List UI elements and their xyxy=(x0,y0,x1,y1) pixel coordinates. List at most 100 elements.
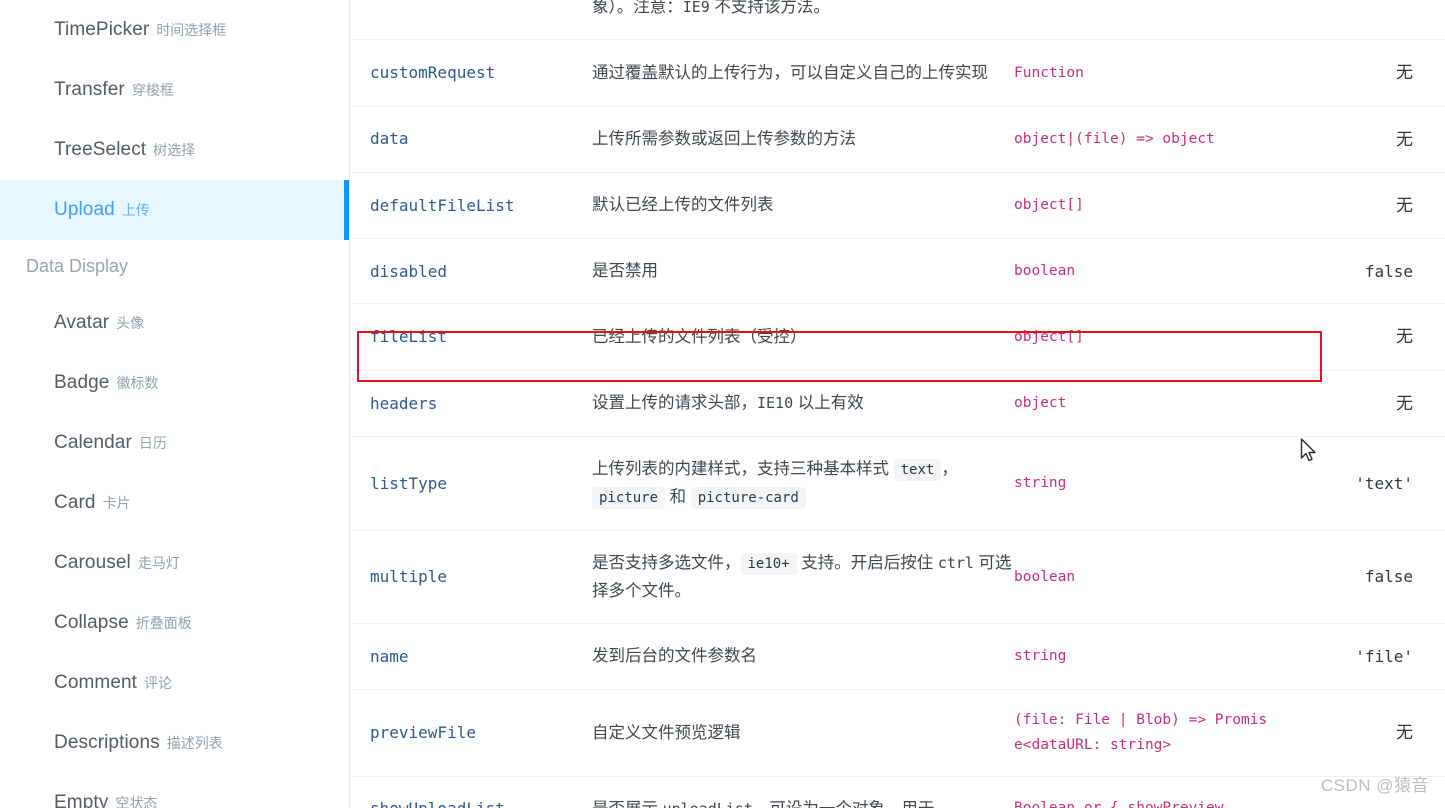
documentation-page: TimePicker 时间选择框 Transfer 穿梭框 TreeSelect 树选择 U… xyxy=(0,0,1445,808)
description-text: 已经上传的文件列表（受控） xyxy=(592,327,807,346)
api-prop-default: 'file' xyxy=(1282,623,1445,690)
sidebar-item-label-cn: 卡片 xyxy=(102,495,131,511)
upload-api-table: 象）。注意：IE9 不支持该方法。 customRequest 通过覆盖默认的上传行… xyxy=(350,0,1445,808)
sidebar-item-label-en: Transfer xyxy=(54,79,125,100)
description-text: 象）。注意： xyxy=(592,0,683,16)
description-text: 和 xyxy=(665,488,691,507)
api-prop-type xyxy=(1014,0,1282,40)
sidebar-item-label-en: Calendar xyxy=(54,432,132,453)
api-prop-description: 上传列表的内建样式，支持三种基本样式 text ， picture 和 pictur… xyxy=(592,435,1014,531)
description-text: 上传所需参数或返回上传参数的方法 xyxy=(592,130,856,149)
api-prop-type: Boolean or { showPreview xyxy=(1014,775,1282,808)
description-text: 自定义文件预览逻辑 xyxy=(592,723,741,742)
sidebar-item-descriptions[interactable]: Descriptions 描述列表 xyxy=(0,713,349,773)
inline-code: ctrl xyxy=(937,553,974,572)
api-prop-default xyxy=(1282,0,1445,40)
table-row: multiple 是否支持多选文件， ie10+ 支持。开启后按住 ctrl 可选择… xyxy=(350,529,1445,624)
sidebar-item-upload[interactable]: Upload 上传 xyxy=(0,180,349,240)
sidebar-item-collapse[interactable]: Collapse 折叠面板 xyxy=(0,593,349,653)
sidebar-item-label-en: Descriptions xyxy=(54,732,160,753)
sidebar-item-treeselect[interactable]: TreeSelect 树选择 xyxy=(0,120,349,180)
sidebar-item-calendar[interactable]: Calendar 日历 xyxy=(0,413,349,473)
sidebar-item-label-en: Empty xyxy=(54,792,109,808)
table-row: customRequest 通过覆盖默认的上传行为，可以自定义自己的上传实现 Fun… xyxy=(350,39,1445,107)
api-prop-default: 无 xyxy=(1282,105,1445,173)
sidebar-item-label-en: Badge xyxy=(54,372,110,393)
description-text: 通过覆盖默认的上传行为，可以自定义自己的上传实现 xyxy=(592,63,988,82)
inline-code-tag: text xyxy=(893,458,942,481)
component-sidebar[interactable]: TimePicker 时间选择框 Transfer 穿梭框 TreeSelect 树选择 U… xyxy=(0,0,350,808)
sidebar-item-label-cn: 日历 xyxy=(138,435,167,451)
sidebar-item-label-cn: 折叠面板 xyxy=(135,615,192,631)
table-row: disabled 是否禁用 boolean false xyxy=(350,238,1445,304)
api-prop-default: 无 xyxy=(1282,303,1445,371)
api-prop-description: 默认已经上传的文件列表 xyxy=(592,171,1014,239)
sidebar-item-comment[interactable]: Comment 评论 xyxy=(0,653,349,713)
api-prop-name: disabled xyxy=(350,238,592,304)
api-prop-name: fileList xyxy=(350,303,592,371)
sidebar-nav-list: TimePicker 时间选择框 Transfer 穿梭框 TreeSelect 树选择 U… xyxy=(0,0,349,808)
sidebar-item-timepicker[interactable]: TimePicker 时间选择框 xyxy=(0,0,349,60)
sidebar-item-label-cn: 空状态 xyxy=(115,795,158,808)
table-row: showUploadList是否展示 uploadList，可设为一个对象，用于… xyxy=(350,775,1445,808)
description-text: 支持。开启后按住 xyxy=(796,553,938,572)
description-text: 默认已经上传的文件列表 xyxy=(592,196,774,215)
sidebar-item-label-cn: 走马灯 xyxy=(137,555,180,571)
api-prop-type: boolean xyxy=(1014,238,1282,304)
api-prop-type: object|(file) => object xyxy=(1014,105,1282,173)
api-prop-name: customRequest xyxy=(350,39,592,107)
api-prop-description: 象）。注意：IE9 不支持该方法。 xyxy=(592,0,1014,40)
sidebar-item-label-cn: 头像 xyxy=(116,315,145,331)
table-row: previewFile 自定义文件预览逻辑 (file: File | Blob) … xyxy=(350,688,1445,777)
description-text: 是否支持多选文件， xyxy=(592,553,741,572)
api-prop-type: object[] xyxy=(1014,303,1282,371)
description-text: 是否禁用 xyxy=(592,262,658,281)
sidebar-item-label-cn: 评论 xyxy=(144,675,173,691)
api-content: 象）。注意：IE9 不支持该方法。 customRequest 通过覆盖默认的上传行… xyxy=(350,0,1445,808)
sidebar-item-label-en: Card xyxy=(54,492,96,513)
sidebar-item-label-en: Carousel xyxy=(54,552,131,573)
sidebar-item-label-cn: 时间选择框 xyxy=(156,22,227,38)
api-prop-type: boolean xyxy=(1014,529,1282,624)
sidebar-item-label-cn: 树选择 xyxy=(153,142,196,158)
api-prop-default: false xyxy=(1282,529,1445,624)
api-prop-name xyxy=(350,0,592,40)
api-prop-type: object[] xyxy=(1014,171,1282,239)
table-row: 象）。注意：IE9 不支持该方法。 xyxy=(350,0,1445,40)
api-prop-name: headers xyxy=(350,369,592,437)
inline-code: uploadList xyxy=(663,800,753,808)
api-prop-description: 是否禁用 xyxy=(592,238,1014,304)
api-prop-name: data xyxy=(350,105,592,173)
description-text: 以上有效 xyxy=(793,394,864,413)
sidebar-item-label-en: Collapse xyxy=(54,612,129,633)
api-prop-description: 是否支持多选文件， ie10+ 支持。开启后按住 ctrl 可选择多个文件。 xyxy=(592,529,1014,624)
sidebar-item-label-en: TreeSelect xyxy=(54,139,147,160)
api-prop-type: Function xyxy=(1014,39,1282,107)
inline-code: IE10 xyxy=(757,394,794,413)
api-prop-description: 设置上传的请求头部，IE10 以上有效 xyxy=(592,369,1014,437)
sidebar-item-avatar[interactable]: Avatar 头像 xyxy=(0,293,349,353)
inline-code-tag: ie10+ xyxy=(740,552,797,575)
api-prop-name: previewFile xyxy=(350,688,592,777)
sidebar-item-transfer[interactable]: Transfer 穿梭框 xyxy=(0,60,349,120)
api-prop-name: multiple xyxy=(350,529,592,624)
description-text: 设置上传的请求头部， xyxy=(592,394,757,413)
sidebar-item-label-en: TimePicker xyxy=(54,19,150,40)
sidebar-item-label-en: Upload xyxy=(54,199,115,220)
api-prop-type: string xyxy=(1014,435,1282,531)
sidebar-item-badge[interactable]: Badge 徽标数 xyxy=(0,353,349,413)
description-text: 是否展示 xyxy=(592,800,663,808)
inline-code-tag: picture xyxy=(592,487,666,510)
sidebar-item-carousel[interactable]: Carousel 走马灯 xyxy=(0,533,349,593)
api-prop-description: 通过覆盖默认的上传行为，可以自定义自己的上传实现 xyxy=(592,39,1014,107)
api-prop-description: 自定义文件预览逻辑 xyxy=(592,688,1014,777)
sidebar-item-label-en: Comment xyxy=(54,672,138,693)
description-text: 上传列表的内建样式，支持三种基本样式 xyxy=(592,459,894,478)
sidebar-item-empty[interactable]: Empty 空状态 xyxy=(0,773,349,808)
sidebar-item-card[interactable]: Card 卡片 xyxy=(0,473,349,533)
table-row: data 上传所需参数或返回上传参数的方法 object|(file) => obj… xyxy=(350,105,1445,173)
sidebar-item-label-cn: 徽标数 xyxy=(116,375,159,391)
api-prop-default: false xyxy=(1282,238,1445,304)
api-prop-default: 'text' xyxy=(1282,435,1445,531)
table-row: name 发到后台的文件参数名 string'file' xyxy=(350,623,1445,690)
